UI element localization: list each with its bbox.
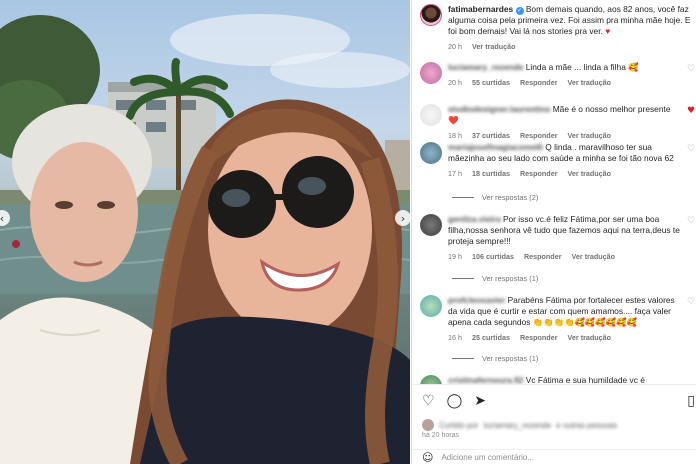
caption-time: 20 h bbox=[448, 42, 462, 51]
view-replies-label[interactable]: Ver respostas (1) bbox=[482, 274, 538, 283]
comment-time: 17 h bbox=[448, 169, 462, 178]
comment-item: studiodesigner.laurentino Mãe é o nosso … bbox=[420, 104, 695, 140]
comment-likes[interactable]: 18 curtidas bbox=[472, 169, 510, 178]
comment-item: mariajosefinagiacomelli Q linda . maravi… bbox=[420, 142, 695, 178]
replies-divider bbox=[452, 278, 474, 279]
post-actions: ♡ ◯ ➤ ▯ Curtido por luciamary_rezende e … bbox=[412, 384, 696, 464]
avatar bbox=[422, 419, 434, 431]
comment-item: luciamary_rezende Linda a mãe ... linda … bbox=[420, 62, 695, 87]
comments-panel: fatimabernardes ✓ Bom demais quando, aos… bbox=[411, 0, 696, 464]
liked-by-suffix: e outras pessoas bbox=[556, 420, 618, 430]
comment-time: 20 h bbox=[448, 78, 462, 87]
photo-illustration bbox=[0, 14, 410, 464]
liked-by[interactable]: Curtido por luciamary_rezende e outras p… bbox=[422, 419, 617, 431]
heart-outline-icon[interactable]: ♡ bbox=[686, 216, 696, 226]
heart-outline-icon[interactable]: ♡ bbox=[686, 144, 696, 154]
translate-link[interactable]: Ver tradução bbox=[572, 252, 616, 261]
comment-text: Linda a mãe ... linda a filha 🥰 bbox=[525, 62, 639, 72]
comment-time: 19 h bbox=[448, 252, 462, 261]
chevron-right-icon[interactable]: › bbox=[395, 210, 410, 226]
post-caption: fatimabernardes ✓ Bom demais quando, aos… bbox=[420, 4, 696, 51]
translate-link[interactable]: Ver tradução bbox=[568, 333, 612, 342]
avatar[interactable] bbox=[420, 214, 442, 236]
view-replies-label[interactable]: Ver respostas (1) bbox=[482, 354, 538, 363]
avatar[interactable] bbox=[420, 104, 442, 126]
comment-likes[interactable]: 55 curtidas bbox=[472, 78, 510, 87]
paper-plane-icon[interactable]: ➤ bbox=[474, 393, 486, 409]
comment-username[interactable]: genilza.vieira bbox=[448, 214, 501, 224]
reply-button[interactable]: Responder bbox=[520, 333, 558, 342]
comment-time: 16 h bbox=[448, 333, 462, 342]
comment-username[interactable]: luciamary_rezende bbox=[448, 62, 523, 72]
view-replies-label[interactable]: Ver respostas (2) bbox=[482, 193, 538, 202]
avatar[interactable] bbox=[420, 295, 442, 317]
comment-username[interactable]: studiodesigner.laurentino bbox=[448, 104, 550, 114]
heart-outline-icon[interactable]: ♡ bbox=[686, 64, 696, 74]
caption-username[interactable]: fatimabernardes bbox=[448, 4, 513, 14]
add-comment-input[interactable]: Adicione um comentário... bbox=[441, 453, 534, 462]
heart-outline-icon[interactable]: ♡ bbox=[422, 393, 435, 409]
reply-button[interactable]: Responder bbox=[524, 252, 562, 261]
heart-filled-icon[interactable]: ♥ bbox=[686, 106, 696, 116]
avatar[interactable] bbox=[420, 4, 442, 26]
reply-button[interactable]: Responder bbox=[520, 78, 558, 87]
liked-by-user[interactable]: luciamary_rezende bbox=[484, 421, 552, 430]
translate-link[interactable]: Ver tradução bbox=[568, 78, 612, 87]
comment-username[interactable]: mariajosefinagiacomelli bbox=[448, 142, 543, 152]
smiley-face-icon[interactable]: ☺ bbox=[422, 451, 433, 464]
caption-translate-link[interactable]: Ver tradução bbox=[472, 42, 516, 51]
red-heart-emoji-icon: ♥ bbox=[605, 26, 611, 36]
comment-time: 18 h bbox=[448, 131, 462, 140]
comment-likes[interactable]: 37 curtidas bbox=[472, 131, 510, 140]
view-replies-button[interactable]: Ver respostas (1) bbox=[452, 354, 538, 363]
replies-divider bbox=[452, 197, 474, 198]
view-replies-button[interactable]: Ver respostas (2) bbox=[452, 193, 538, 202]
translate-link[interactable]: Ver tradução bbox=[568, 131, 612, 140]
post-photo[interactable]: ‹ › bbox=[0, 0, 410, 464]
avatar[interactable] bbox=[420, 62, 442, 84]
bookmark-icon[interactable]: ▯ bbox=[687, 393, 695, 409]
comment-username[interactable]: profcleoxavier bbox=[448, 295, 505, 305]
reply-button[interactable]: Responder bbox=[520, 169, 558, 178]
verified-badge-icon: ✓ bbox=[515, 7, 524, 15]
heart-outline-icon[interactable]: ♡ bbox=[686, 297, 696, 307]
post-time-ago: há 20 horas bbox=[422, 432, 459, 439]
comment-item: profcleoxavier Parabéns Fátima por forta… bbox=[420, 295, 695, 342]
translate-link[interactable]: Ver tradução bbox=[568, 169, 612, 178]
liked-by-prefix: Curtido por bbox=[439, 420, 479, 430]
comment-item: genilza.vieira Por isso vc.é feliz Fátim… bbox=[420, 214, 695, 261]
avatar[interactable] bbox=[420, 142, 442, 164]
replies-divider bbox=[452, 358, 474, 359]
view-replies-button[interactable]: Ver respostas (1) bbox=[452, 274, 538, 283]
reply-button[interactable]: Responder bbox=[520, 131, 558, 140]
comment-likes[interactable]: 106 curtidas bbox=[472, 252, 514, 261]
comment-bubble-icon[interactable]: ◯ bbox=[447, 393, 463, 409]
add-comment-bar[interactable]: ☺ Adicione um comentário... bbox=[412, 449, 696, 464]
comment-likes[interactable]: 25 curtidas bbox=[472, 333, 510, 342]
